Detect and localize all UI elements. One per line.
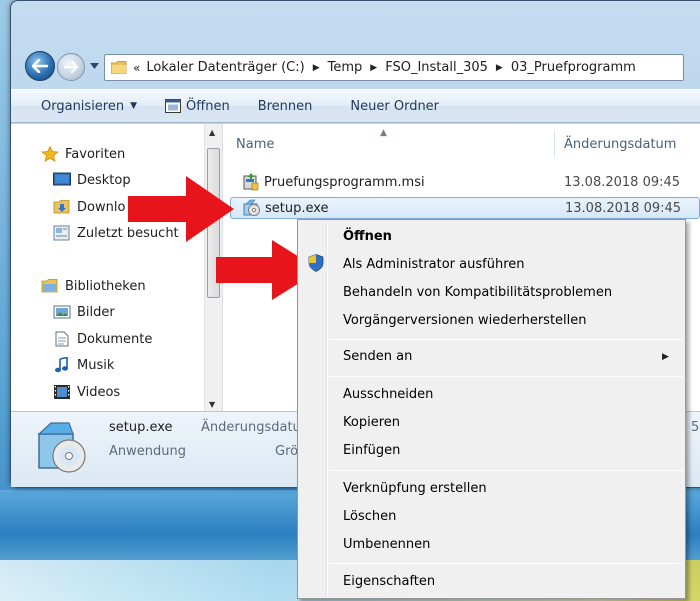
pictures-icon — [53, 305, 71, 319]
video-film-icon — [54, 385, 70, 399]
menu-item-properties[interactable]: Eigenschaften — [343, 574, 435, 589]
menu-item-send-to[interactable]: Senden an — [343, 349, 412, 364]
details-file-name: setup.exe — [109, 420, 173, 435]
msi-installer-icon — [243, 173, 259, 191]
nav-label: Desktop — [77, 172, 131, 188]
menu-separator — [329, 470, 683, 471]
new-folder-label: Neuer Ordner — [350, 98, 440, 114]
menu-item-cut[interactable]: Ausschneiden — [343, 387, 433, 402]
details-trailing-text: 5 — [691, 420, 700, 435]
menu-item-paste[interactable]: Einfügen — [343, 443, 400, 458]
burn-button[interactable]: Brennen — [258, 99, 313, 114]
address-bar[interactable]: « Lokaler Datenträger (C:) ▶ Temp ▶ FSO_… — [104, 54, 684, 81]
file-name: setup.exe — [265, 200, 329, 216]
nav-label: Bibliotheken — [65, 278, 146, 294]
nav-label: Downlo — [77, 199, 126, 215]
chevron-down-icon: ▼ — [130, 101, 138, 111]
submenu-arrow-icon: ▶ — [662, 352, 669, 362]
organize-button[interactable]: Organisieren ▼ — [41, 99, 137, 114]
breadcrumb-separator-icon[interactable]: ▶ — [370, 63, 377, 73]
column-header-date[interactable]: Änderungsdatum — [564, 124, 676, 164]
column-divider[interactable] — [554, 130, 555, 158]
back-button[interactable] — [25, 51, 55, 81]
details-size-label: Grö — [275, 444, 299, 459]
setup-exe-large-icon — [37, 422, 86, 473]
recent-places-icon — [53, 225, 70, 241]
menu-item-create-shortcut[interactable]: Verknüpfung erstellen — [343, 481, 487, 496]
nav-label: Favoriten — [65, 146, 126, 162]
file-date: 13.08.2018 09:45 — [564, 174, 681, 190]
nav-item-music[interactable]: Musik — [53, 357, 114, 373]
uac-shield-icon — [308, 254, 324, 272]
chevron-down-icon — [89, 63, 99, 69]
file-name: Pruefungsprogramm.msi — [264, 174, 425, 190]
nav-label: Dokumente — [77, 331, 153, 347]
nav-item-libraries[interactable]: Bibliotheken — [41, 278, 146, 294]
address-row: « Lokaler Datenträger (C:) ▶ Temp ▶ FSO_… — [11, 49, 700, 85]
open-label: Öffnen — [186, 98, 230, 114]
star-icon — [41, 146, 59, 162]
music-note-icon — [55, 357, 68, 373]
burn-label: Brennen — [257, 98, 313, 114]
details-file-type: Anwendung — [109, 444, 186, 459]
menu-separator — [329, 563, 683, 564]
file-date: 13.08.2018 09:45 — [565, 200, 682, 216]
arrow-right-icon — [64, 61, 78, 73]
nav-label: Bilder — [77, 304, 115, 320]
file-row-setup[interactable]: setup.exe 13.08.2018 09:45 — [230, 197, 700, 219]
menu-item-copy[interactable]: Kopieren — [343, 415, 400, 430]
menu-item-rename[interactable]: Umbenennen — [343, 537, 430, 552]
forward-button[interactable] — [57, 53, 85, 81]
libraries-icon — [41, 279, 58, 293]
breadcrumb-current[interactable]: 03_Pruefprogramm — [511, 60, 636, 75]
command-bar: Organisieren ▼ Öffnen Brennen Neuer Ordn… — [11, 89, 700, 123]
menu-item-run-as-admin[interactable]: Als Administrator ausführen — [343, 257, 525, 272]
organize-label: Organisieren — [41, 98, 125, 114]
nav-item-pictures[interactable]: Bilder — [53, 304, 115, 320]
menu-item-troubleshoot-compatibility[interactable]: Behandeln von Kompatibilitätsproblemen — [343, 285, 612, 300]
sort-ascending-icon: ▲ — [380, 128, 387, 138]
scroll-up-icon[interactable]: ▲ — [209, 128, 215, 137]
navigation-pane: Favoriten Desktop Downlo Zuletzt besucht… — [11, 124, 223, 411]
nav-label: Videos — [77, 384, 121, 400]
breadcrumb-separator-icon[interactable]: ▶ — [496, 63, 503, 73]
context-menu: Öffnen Als Administrator ausführen Behan… — [297, 219, 686, 599]
column-date-label: Änderungsdatum — [564, 136, 677, 152]
nav-item-desktop[interactable]: Desktop — [53, 172, 131, 188]
menu-item-delete[interactable]: Löschen — [343, 509, 396, 524]
open-button[interactable]: Öffnen — [165, 99, 230, 114]
downloads-folder-icon — [53, 200, 70, 214]
desktop-icon — [53, 172, 71, 186]
breadcrumb-separator-icon[interactable]: ▶ — [313, 63, 320, 73]
breadcrumb-overflow[interactable]: « — [133, 61, 140, 75]
folder-icon — [111, 61, 127, 74]
column-name-label: Name — [236, 136, 275, 152]
open-app-icon — [165, 99, 182, 113]
menu-item-open[interactable]: Öffnen — [343, 229, 392, 244]
new-folder-button[interactable]: Neuer Ordner — [350, 99, 439, 114]
menu-separator — [329, 339, 683, 340]
nav-item-documents[interactable]: Dokumente — [53, 331, 152, 347]
menu-separator — [329, 376, 683, 377]
breadcrumb-drive[interactable]: Lokaler Datenträger (C:) — [146, 60, 304, 75]
details-date-label: Änderungsdatu — [201, 420, 301, 435]
setup-exe-icon — [243, 199, 260, 216]
menu-item-restore-previous-versions[interactable]: Vorgängerversionen wiederherstellen — [343, 313, 587, 328]
recent-pages-dropdown[interactable] — [89, 61, 99, 71]
scroll-down-icon[interactable]: ▼ — [209, 400, 215, 409]
nav-item-favorites[interactable]: Favoriten — [41, 146, 125, 162]
nav-label: Musik — [77, 357, 115, 373]
nav-item-videos[interactable]: Videos — [53, 384, 120, 400]
red-arrow-annotation-setup — [128, 176, 234, 242]
arrow-left-icon — [32, 59, 48, 73]
documents-icon — [55, 331, 69, 347]
nav-item-downloads[interactable]: Downlo — [53, 199, 125, 215]
column-header-name[interactable]: Name — [236, 124, 274, 164]
breadcrumb-install[interactable]: FSO_Install_305 — [385, 60, 488, 75]
file-row-msi[interactable]: Pruefungsprogramm.msi 13.08.2018 09:45 — [230, 171, 700, 193]
breadcrumb-temp[interactable]: Temp — [328, 60, 363, 75]
